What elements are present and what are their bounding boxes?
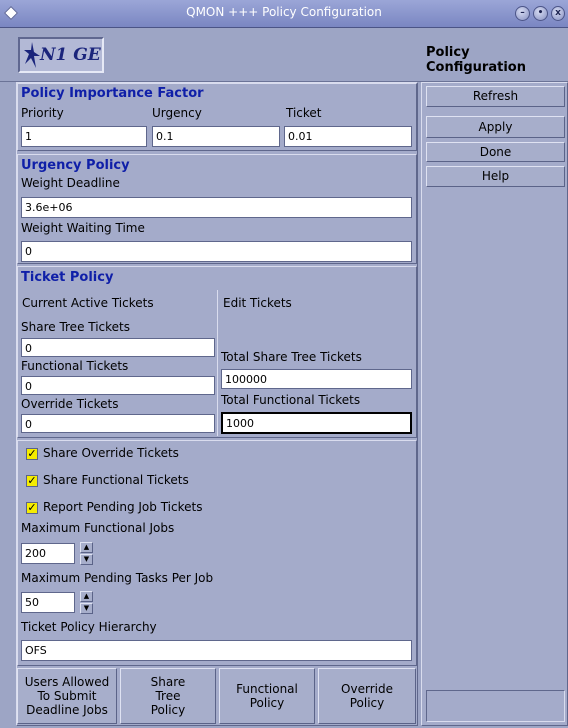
max-pending-label: Maximum Pending Tasks Per Job: [21, 571, 214, 585]
status-field: [426, 690, 565, 722]
weight-deadline-field[interactable]: 3.6e+06: [21, 197, 412, 218]
total-share-tree-label: Total Share Tree Tickets: [221, 350, 362, 364]
share-override-checkbox[interactable]: ✓: [26, 448, 38, 460]
weight-waiting-label: Weight Waiting Time: [21, 221, 145, 235]
ticket-label: Ticket: [286, 106, 322, 120]
max-pending-up-icon[interactable]: ▲: [80, 591, 93, 602]
ticket-divider: [217, 290, 218, 436]
urgency-policy-title: Urgency Policy: [21, 158, 130, 173]
max-functional-down-icon[interactable]: ▼: [80, 554, 93, 565]
hierarchy-field[interactable]: OFS: [21, 640, 412, 661]
share-functional-label: Share Functional Tickets: [43, 473, 189, 487]
share-tree-tickets-label: Share Tree Tickets: [21, 320, 131, 334]
max-pending-down-icon[interactable]: ▼: [80, 603, 93, 614]
override-tickets-field: 0: [21, 414, 215, 433]
help-button[interactable]: Help: [426, 166, 565, 187]
current-tickets-label: Current Active Tickets: [22, 296, 154, 310]
report-pending-checkbox[interactable]: ✓: [26, 502, 38, 514]
edit-tickets-label: Edit Tickets: [223, 296, 292, 310]
max-functional-up-icon[interactable]: ▲: [80, 542, 93, 553]
share-override-label: Share Override Tickets: [43, 446, 179, 460]
urgency-field[interactable]: 0.1: [152, 126, 280, 147]
close-icon[interactable]: x: [551, 6, 565, 21]
apply-button[interactable]: Apply: [426, 116, 565, 138]
weight-deadline-label: Weight Deadline: [21, 176, 120, 190]
minimize-icon[interactable]: –: [515, 6, 530, 21]
weight-waiting-field[interactable]: 0: [21, 241, 412, 262]
total-functional-label: Total Functional Tickets: [221, 393, 361, 407]
logo-figure-icon: [24, 42, 40, 68]
max-functional-field[interactable]: 200: [21, 543, 75, 564]
hierarchy-label: Ticket Policy Hierarchy: [21, 620, 157, 634]
report-pending-label: Report Pending Job Tickets: [43, 500, 203, 514]
functional-policy-button[interactable]: Functional Policy: [219, 668, 315, 724]
priority-label: Priority: [21, 106, 64, 120]
functional-tickets-field: 0: [21, 376, 215, 395]
share-tree-tickets-field: 0: [21, 338, 215, 357]
priority-field[interactable]: 1: [21, 126, 147, 147]
max-functional-label: Maximum Functional Jobs: [21, 521, 175, 535]
total-functional-field[interactable]: 1000: [221, 412, 412, 434]
max-pending-field[interactable]: 50: [21, 592, 75, 613]
maximize-icon[interactable]: •: [533, 6, 548, 21]
functional-tickets-label: Functional Tickets: [21, 359, 129, 373]
total-share-tree-field[interactable]: 100000: [221, 369, 412, 389]
done-button[interactable]: Done: [426, 142, 565, 162]
page-title: Policy Configuration: [426, 45, 526, 75]
ticket-policy-title: Ticket Policy: [21, 270, 114, 285]
ticket-field[interactable]: 0.01: [284, 126, 412, 147]
share-tree-policy-button[interactable]: Share Tree Policy: [120, 668, 216, 724]
override-tickets-label: Override Tickets: [21, 397, 119, 411]
refresh-button[interactable]: Refresh: [426, 86, 565, 107]
logo-text: N1 GE: [40, 45, 101, 65]
window-title: QMON +++ Policy Configuration: [186, 5, 382, 19]
override-policy-button[interactable]: Override Policy: [318, 668, 416, 724]
deadline-users-button[interactable]: Users Allowed To Submit Deadline Jobs: [17, 668, 117, 724]
urgency-label: Urgency: [152, 106, 202, 120]
share-functional-checkbox[interactable]: ✓: [26, 475, 38, 487]
importance-title: Policy Importance Factor: [21, 86, 204, 101]
